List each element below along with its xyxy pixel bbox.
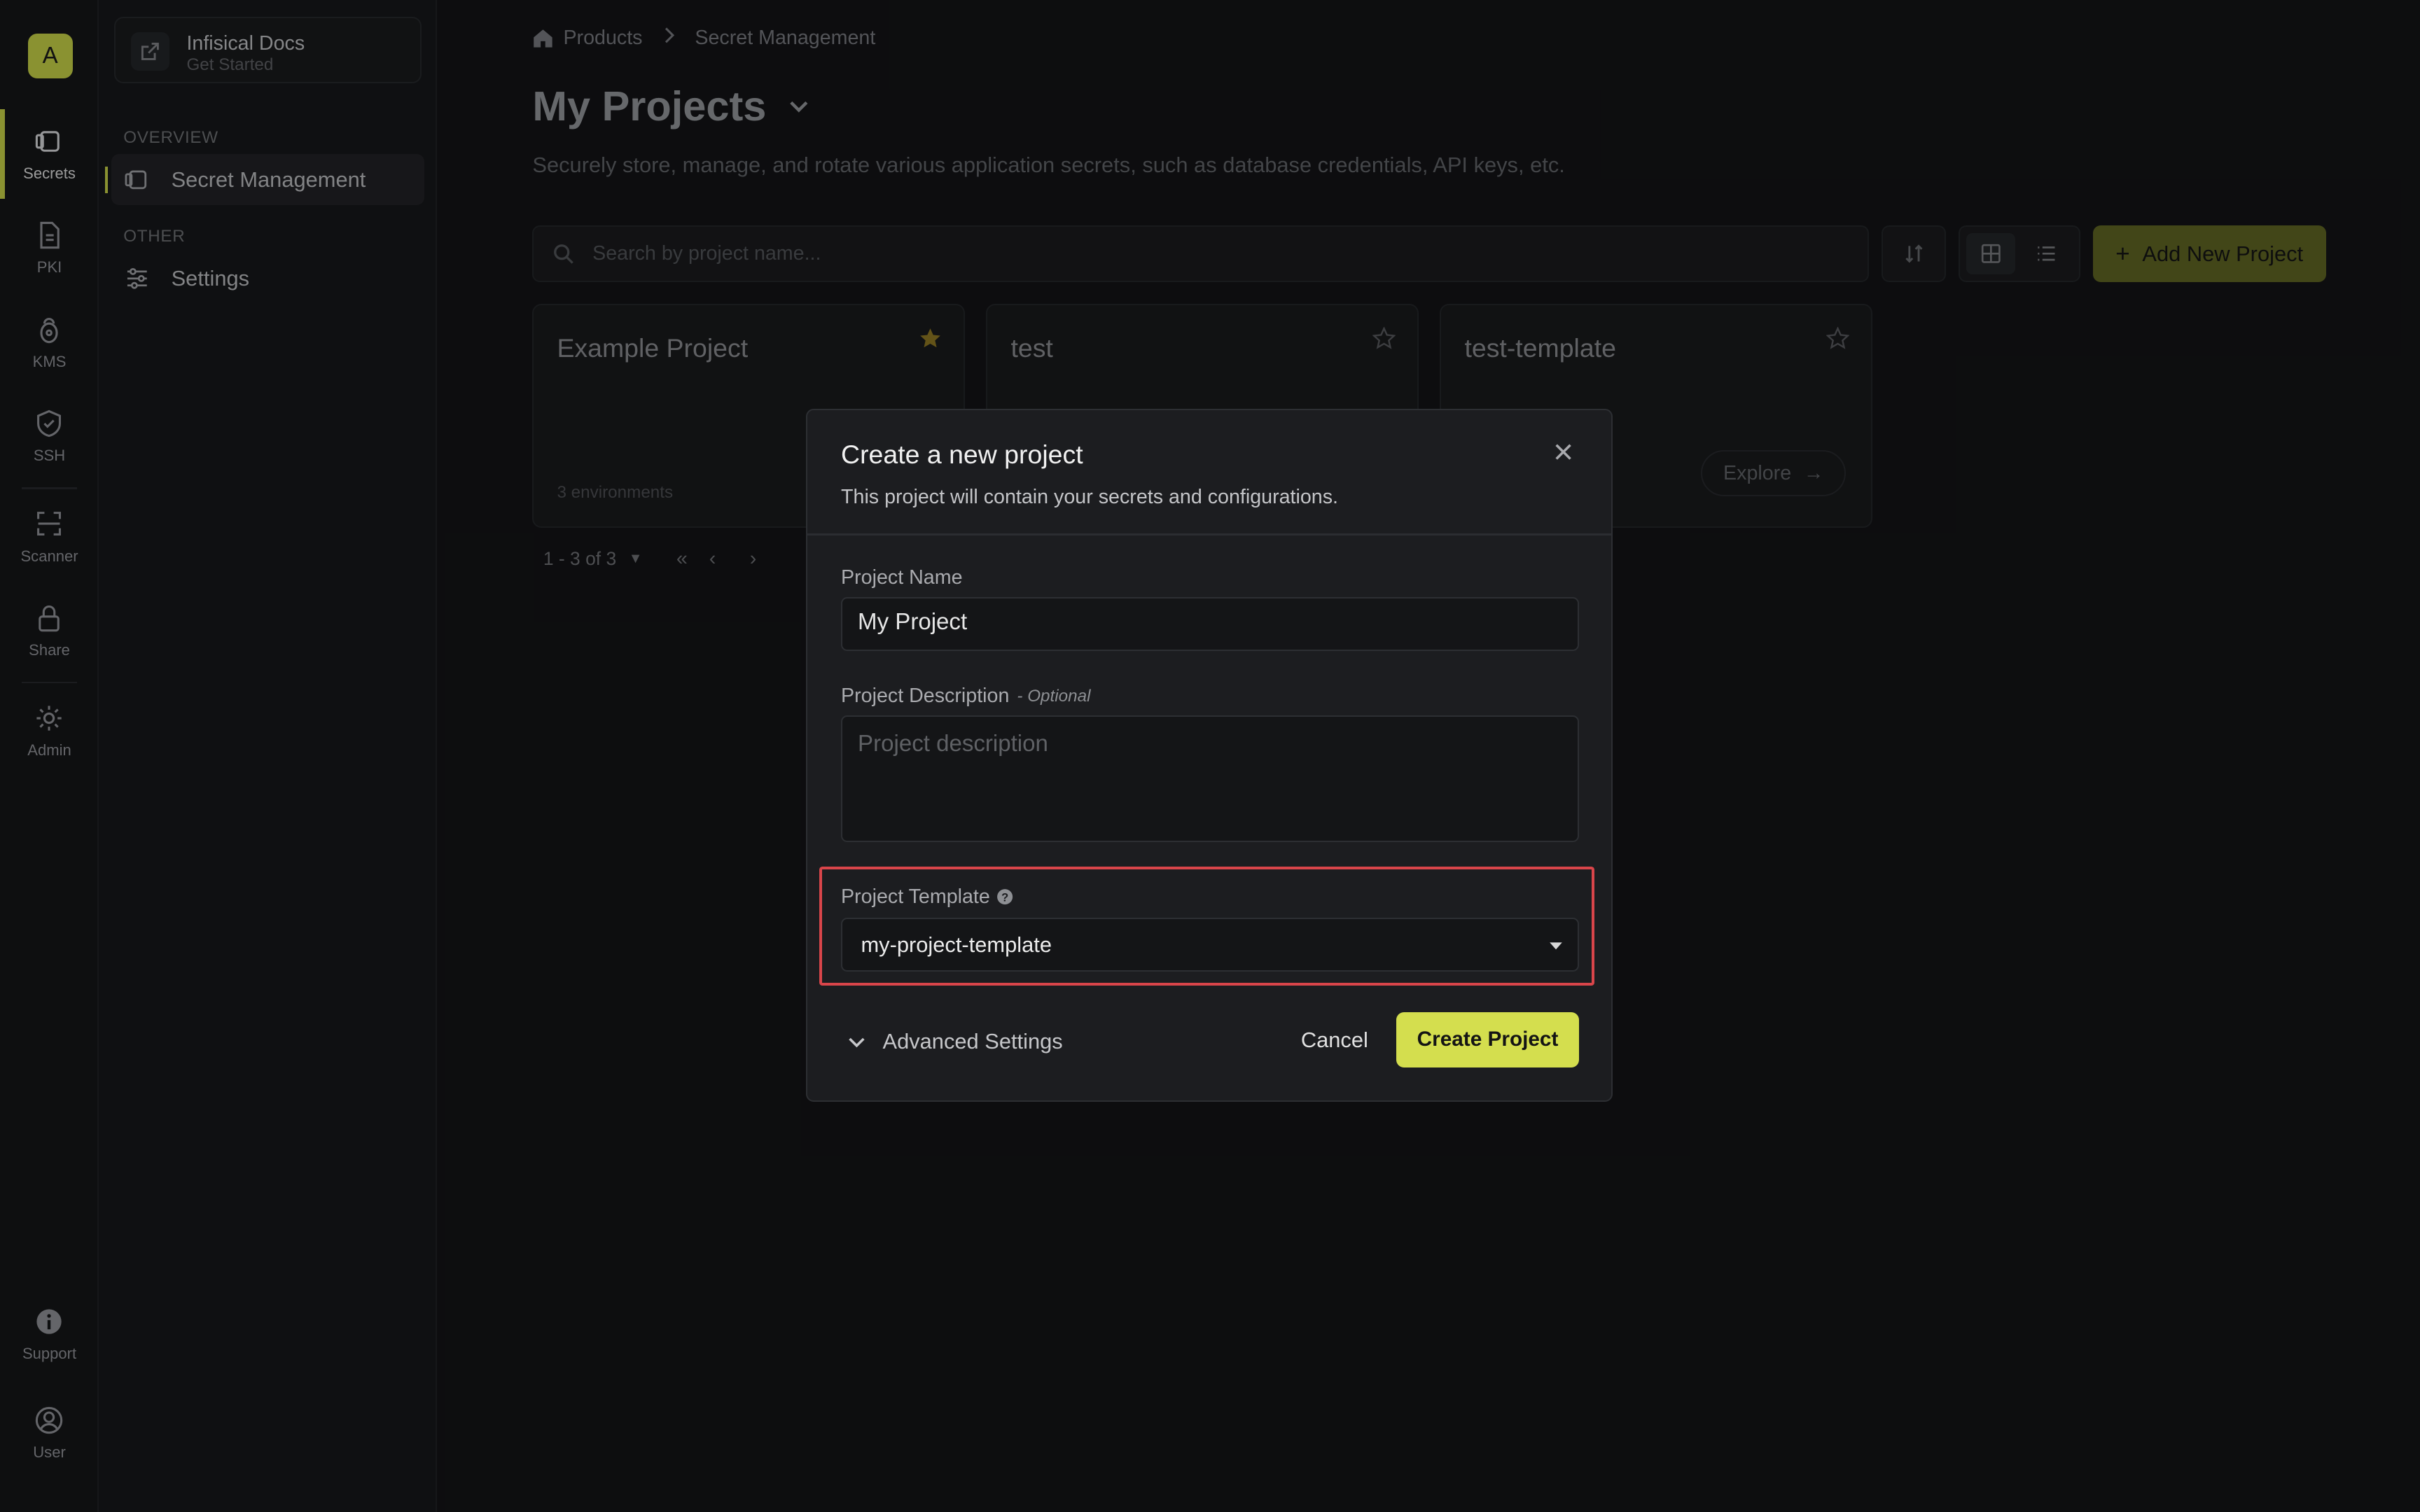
help-icon[interactable]: ? — [996, 888, 1013, 905]
create-project-label: Create Project — [1417, 1028, 1559, 1051]
caret-down-icon — [1549, 942, 1562, 950]
create-project-button[interactable]: Create Project — [1396, 1011, 1579, 1068]
modal-subtitle: This project will contain your secrets a… — [841, 486, 1339, 509]
cancel-button[interactable]: Cancel — [1301, 1028, 1368, 1053]
project-description-textarea[interactable]: Project description — [841, 715, 1579, 843]
project-template-select[interactable]: my-project-template — [841, 918, 1579, 972]
project-name-label: Project Name — [841, 566, 963, 589]
project-template-label-text: Project Template — [841, 885, 990, 908]
optional-tag: - Optional — [1017, 686, 1091, 706]
advanced-settings-toggle[interactable]: Advanced Settings — [846, 1029, 1063, 1054]
modal-title: Create a new project — [841, 439, 1083, 469]
project-description-label: Project Description - Optional — [841, 685, 1090, 708]
create-project-modal: Create a new project This project will c… — [805, 409, 1613, 1102]
project-name-label-text: Project Name — [841, 566, 963, 589]
project-template-value: my-project-template — [861, 932, 1052, 957]
close-icon[interactable] — [1551, 440, 1576, 464]
project-description-label-text: Project Description — [841, 685, 1010, 708]
project-template-label: Project Template ? — [841, 886, 1013, 909]
svg-text:?: ? — [1001, 891, 1008, 904]
modal-divider — [807, 533, 1611, 536]
advanced-settings-label: Advanced Settings — [882, 1028, 1063, 1054]
project-name-input[interactable]: My Project — [841, 596, 1579, 651]
chevron-down-icon — [848, 1037, 865, 1047]
